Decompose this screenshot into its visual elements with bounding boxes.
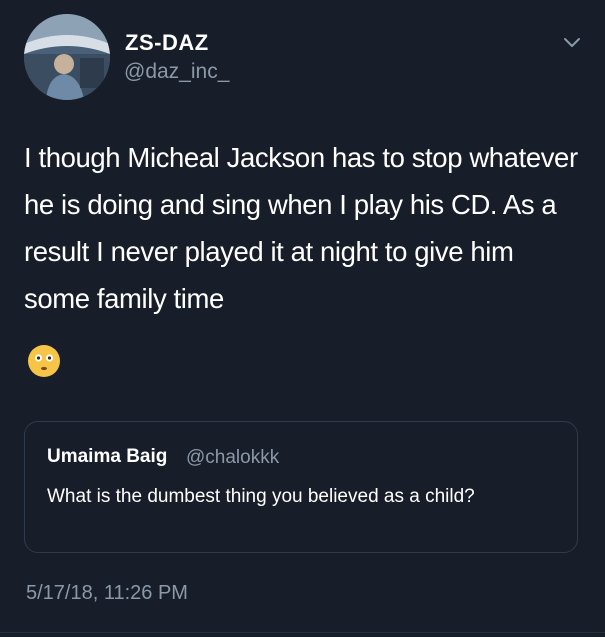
divider (0, 632, 605, 633)
author-display-name[interactable]: ZS-DAZ (125, 30, 209, 56)
quoted-tweet-text: What is the dumbest thing you believed a… (47, 486, 475, 507)
quoted-tweet[interactable]: Umaima Baig @chalokkk What is the dumbes… (24, 421, 578, 553)
flushed-face-emoji-icon (28, 345, 60, 377)
tweet-text: I though Micheal Jackson has to stop wha… (24, 142, 578, 314)
profile-photo-icon (24, 14, 110, 100)
quoted-author-handle: @chalokkk (186, 447, 280, 468)
quoted-author-name: Umaima Baig (47, 446, 168, 467)
chevron-down-icon[interactable] (562, 36, 582, 50)
tweet-card: ZS-DAZ @daz_inc_ I though Micheal Jackso… (0, 0, 605, 637)
author-handle[interactable]: @daz_inc_ (124, 60, 229, 84)
avatar[interactable] (24, 14, 110, 100)
tweet-timestamp[interactable]: 5/17/18, 11:26 PM (26, 582, 188, 605)
